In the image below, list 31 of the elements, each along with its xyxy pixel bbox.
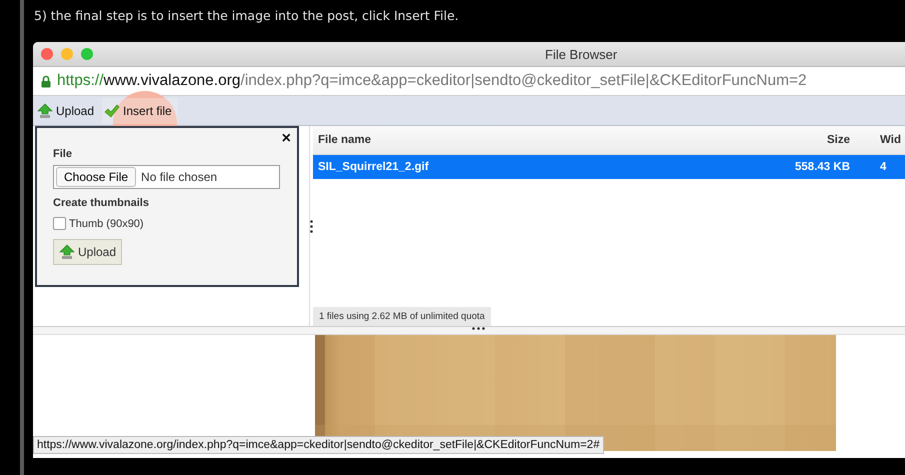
zoom-window-icon[interactable]	[81, 48, 93, 60]
checkmark-icon	[104, 104, 120, 118]
window-title: File Browser	[545, 46, 618, 62]
insert-file-button[interactable]: Insert file	[102, 98, 178, 124]
splitter-handle-icon[interactable]	[472, 327, 484, 330]
link-status-tooltip: https://www.vivalazone.org/index.php?q=imce&app=ckeditor|sendto@ckeditor_setFile|&CKEditorFuncNum=2#	[33, 436, 604, 454]
upload-icon	[59, 244, 75, 260]
address-url[interactable]: https://www.vivalazone.org/index.php?q=imce&app=ckeditor|sendto@ckeditor_setFile|&CKEditorFuncNum=2	[57, 72, 807, 90]
close-button[interactable]: ×	[282, 130, 291, 148]
close-window-icon[interactable]	[41, 48, 53, 60]
choose-file-button[interactable]: Choose File	[56, 167, 136, 187]
lock-icon	[41, 74, 51, 88]
thumbnail-checkbox[interactable]	[53, 217, 66, 230]
table-cell-text: 558.43 KB	[794, 161, 850, 173]
upload-icon	[37, 102, 53, 118]
quota-status: 1 files using 2.62 MB of unlimited quota	[313, 307, 491, 326]
table-cell-text: SIL_Squirrel21_2.gif	[317, 161, 430, 173]
file-row[interactable]: SIL_Squirrel21_2.gif 558.43 KB 4	[313, 155, 905, 179]
table-cell-text: 4	[879, 161, 888, 173]
splitter-handle-icon[interactable]	[310, 220, 313, 232]
field-label: File	[53, 148, 73, 160]
column-header[interactable]: File name	[313, 134, 750, 146]
checkbox-label: Thumb (90x90)	[69, 218, 144, 230]
file-input[interactable]: Choose File No file chosen	[53, 165, 280, 189]
column-header[interactable]: Size	[750, 134, 850, 146]
section-label: Create thumbnails	[53, 197, 150, 209]
file-status: No file chosen	[141, 170, 218, 184]
upload-submit-button[interactable]: Upload	[53, 239, 122, 265]
upload-button[interactable]: Upload	[35, 98, 100, 124]
instruction-text: 5) the final step is to insert the image into the post, click Insert File.	[34, 8, 459, 23]
column-header[interactable]: Wid	[850, 134, 905, 146]
